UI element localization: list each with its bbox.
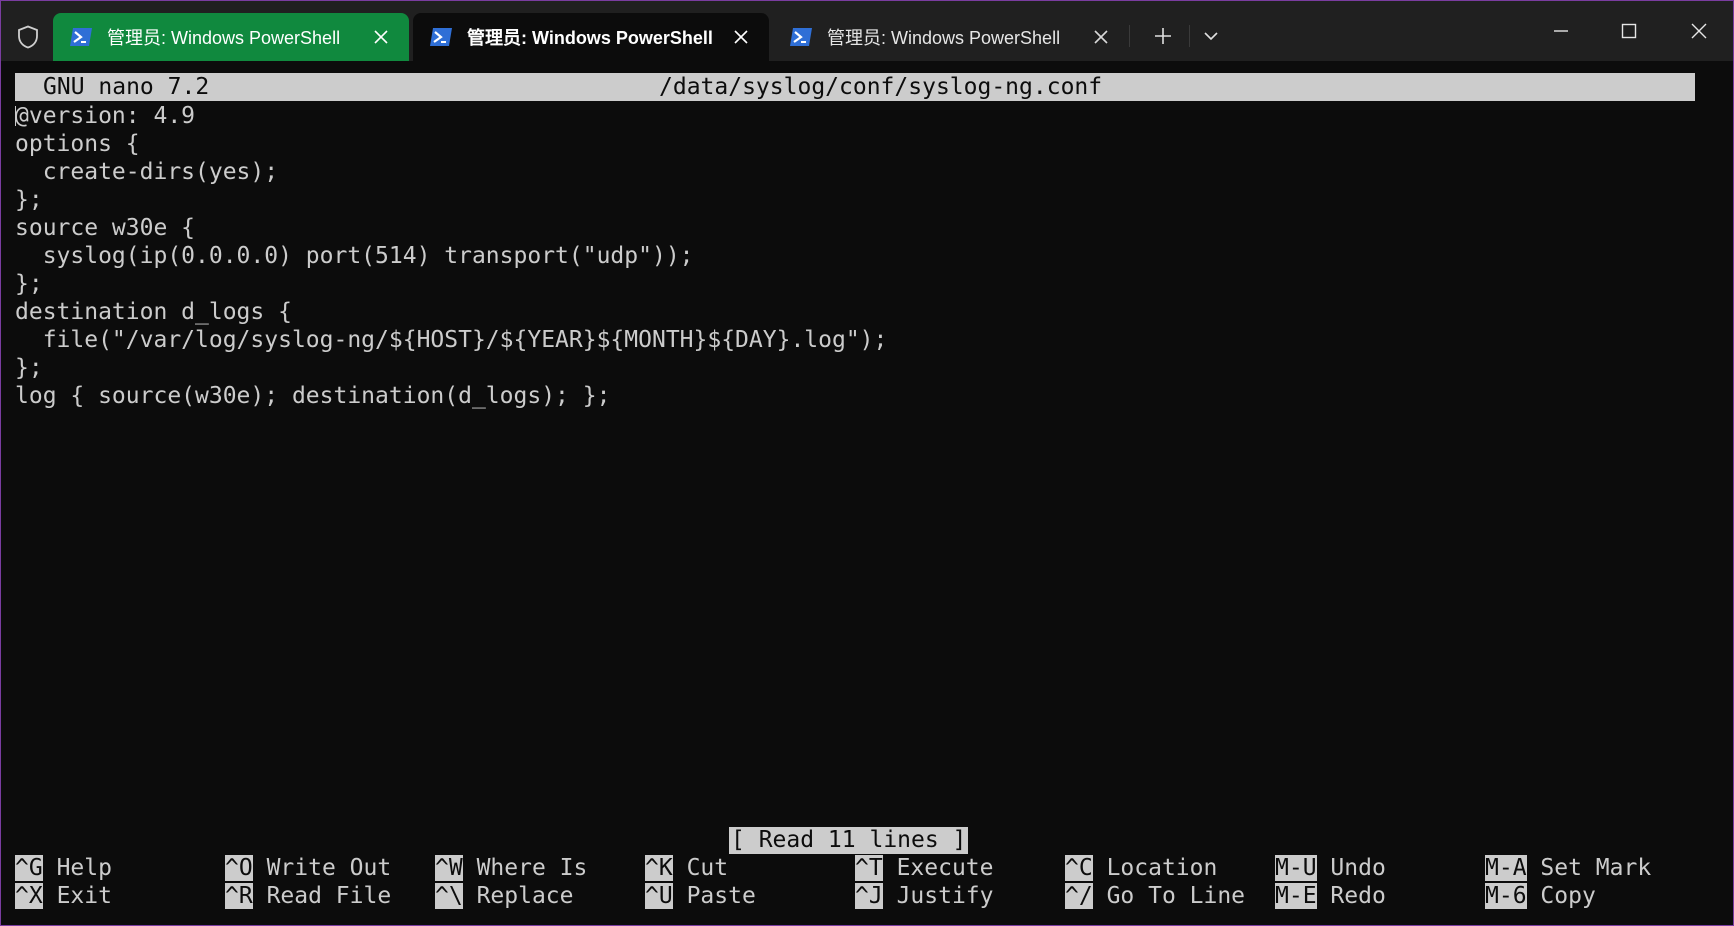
shortcut-key: ^T: [855, 855, 883, 881]
close-icon[interactable]: [1665, 1, 1733, 61]
tab-label: 管理员: Windows PowerShell: [827, 28, 1061, 48]
shortcut-label: Execute: [896, 855, 994, 881]
shortcut-replace[interactable]: ^\ Replace: [435, 882, 574, 910]
shortcut-key: M-U: [1275, 855, 1317, 881]
code-line: };: [15, 271, 43, 297]
shortcut-label: Help: [56, 855, 112, 881]
tab-powershell-3[interactable]: 管理员: Windows PowerShell: [773, 13, 1129, 61]
shortcut-key: ^R: [225, 883, 253, 909]
shortcut-key: ^/: [1065, 883, 1093, 909]
shortcut-key: ^U: [645, 883, 673, 909]
powershell-icon: [789, 25, 813, 49]
shortcut-undo[interactable]: M-U Undo: [1275, 854, 1386, 882]
shortcut-key: ^K: [645, 855, 673, 881]
text-cursor: [15, 106, 16, 126]
code-line: log { source(w30e); destination(d_logs);…: [15, 383, 611, 409]
shortcut-go-to-line[interactable]: ^/ Go To Line: [1065, 882, 1245, 910]
shield-icon: [15, 23, 41, 51]
shortcut-where-is[interactable]: ^W Where Is: [435, 854, 587, 882]
shortcut-key: ^G: [15, 855, 43, 881]
minimize-icon[interactable]: [1527, 1, 1595, 61]
shortcut-label: Where Is: [476, 855, 588, 881]
shortcut-redo[interactable]: M-E Redo: [1275, 882, 1386, 910]
code-line: file("/var/log/syslog-ng/${HOST}/${YEAR}…: [15, 327, 888, 353]
shortcut-read-file[interactable]: ^R Read File: [225, 882, 391, 910]
close-icon[interactable]: [367, 23, 395, 51]
shortcut-key: ^W: [435, 855, 463, 881]
code-line: create-dirs(yes);: [15, 159, 279, 185]
shortcut-label: Exit: [56, 883, 112, 909]
close-icon[interactable]: [1087, 23, 1115, 51]
close-icon[interactable]: [727, 23, 755, 51]
code-line: source w30e {: [15, 215, 196, 241]
shortcut-label: Write Out: [266, 855, 392, 881]
powershell-icon: [69, 25, 93, 49]
tab-powershell-2[interactable]: 管理员: Windows PowerShell: [413, 13, 769, 61]
terminal-area[interactable]: GNU nano 7.2 /data/syslog/conf/syslog-ng…: [1, 61, 1733, 925]
terminal-window: 管理员: Windows PowerShell 管理员: Windows Pow…: [0, 0, 1734, 926]
tab-separator: [1189, 25, 1190, 47]
shortcut-row-1: ^G Help ^O Write Out ^W Where Is ^K Cut …: [15, 854, 1705, 882]
shortcut-key: M-E: [1275, 883, 1317, 909]
shortcut-execute[interactable]: ^T Execute: [855, 854, 994, 882]
shortcut-key: ^O: [225, 855, 253, 881]
code-line: syslog(ip(0.0.0.0) port(514) transport("…: [15, 243, 694, 269]
code-line: destination d_logs {: [15, 299, 292, 325]
tab-label: 管理员: Windows PowerShell: [467, 28, 713, 48]
shortcut-label: Redo: [1330, 883, 1386, 909]
code-line: };: [15, 355, 43, 381]
shortcut-write-out[interactable]: ^O Write Out: [225, 854, 391, 882]
maximize-icon[interactable]: [1595, 1, 1663, 61]
tab-label: 管理员: Windows PowerShell: [107, 28, 341, 48]
shortcut-key: ^C: [1065, 855, 1093, 881]
plus-icon[interactable]: [1143, 19, 1183, 53]
shortcut-key: M-6: [1485, 883, 1527, 909]
shortcut-label: Justify: [896, 883, 994, 909]
shortcut-label: Set Mark: [1540, 855, 1652, 881]
nano-filename: /data/syslog/conf/syslog-ng.conf: [659, 74, 1103, 100]
shortcut-location[interactable]: ^C Location: [1065, 854, 1217, 882]
shortcut-label: Replace: [476, 883, 574, 909]
title-bar[interactable]: 管理员: Windows PowerShell 管理员: Windows Pow…: [1, 1, 1733, 61]
shortcut-copy[interactable]: M-6 Copy: [1485, 882, 1596, 910]
code-line: @version: 4.9: [15, 103, 196, 129]
shortcut-paste[interactable]: ^U Paste: [645, 882, 756, 910]
status-message: [ Read 11 lines ]: [729, 827, 969, 854]
shortcut-label: Go To Line: [1106, 883, 1246, 909]
shortcut-label: Location: [1106, 855, 1218, 881]
editor-content[interactable]: @version: 4.9 options { create-dirs(yes)…: [15, 102, 1695, 410]
shortcut-label: Copy: [1540, 883, 1596, 909]
shortcut-justify[interactable]: ^J Justify: [855, 882, 994, 910]
shortcut-key: ^J: [855, 883, 883, 909]
code-line: };: [15, 187, 43, 213]
shortcut-cut[interactable]: ^K Cut: [645, 854, 728, 882]
code-line: options {: [15, 131, 140, 157]
shortcut-exit[interactable]: ^X Exit: [15, 882, 112, 910]
chevron-down-icon[interactable]: [1191, 19, 1231, 53]
tab-powershell-1[interactable]: 管理员: Windows PowerShell: [53, 13, 409, 61]
shortcut-key: M-A: [1485, 855, 1527, 881]
nano-header-bar: GNU nano 7.2 /data/syslog/conf/syslog-ng…: [15, 73, 1695, 101]
nano-version: GNU nano 7.2: [43, 74, 210, 100]
shortcut-label: Paste: [686, 883, 756, 909]
shortcut-key: ^X: [15, 883, 43, 909]
shortcut-row-2: ^X Exit ^R Read File ^\ Replace ^U Paste…: [15, 882, 1705, 910]
shortcut-set-mark[interactable]: M-A Set Mark: [1485, 854, 1651, 882]
shortcut-label: Read File: [266, 883, 392, 909]
shortcut-label: Cut: [686, 855, 729, 881]
shortcut-label: Undo: [1330, 855, 1386, 881]
shortcut-help[interactable]: ^G Help: [15, 854, 112, 882]
powershell-icon: [429, 25, 453, 49]
shortcut-key: ^\: [435, 883, 463, 909]
tab-separator: [1129, 25, 1130, 47]
